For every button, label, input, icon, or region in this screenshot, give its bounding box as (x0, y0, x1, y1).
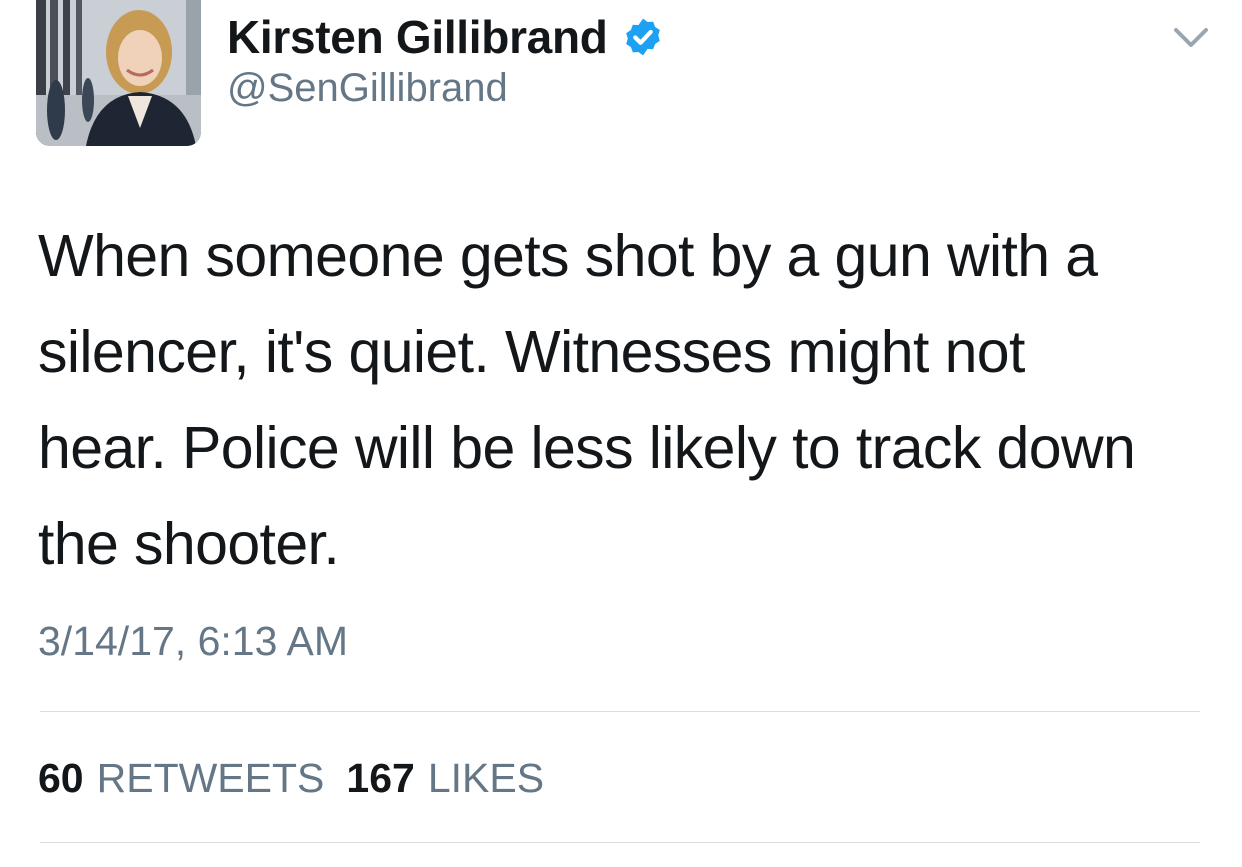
tweet-text: When someone gets shot by a gun with a s… (38, 223, 1136, 577)
tweet-stats: 60 RETWEETS 167 LIKES (38, 752, 566, 804)
likes-label: LIKES (427, 754, 545, 801)
retweets-count: 60 (38, 754, 84, 801)
verified-badge-icon (622, 16, 664, 58)
divider (40, 711, 1200, 712)
author-handle[interactable]: @SenGillibrand (227, 66, 508, 111)
avatar[interactable] (36, 0, 201, 146)
author-display-name[interactable]: Kirsten Gillibrand (227, 10, 608, 64)
retweets-label: RETWEETS (96, 754, 325, 801)
author-name-row: Kirsten Gillibrand (227, 8, 664, 66)
likes-count: 167 (346, 754, 415, 801)
retweets-stat[interactable]: 60 RETWEETS (38, 755, 324, 802)
tweet-timestamp[interactable]: 3/14/17, 6:13 AM (38, 618, 348, 665)
divider (40, 842, 1200, 843)
chevron-down-icon[interactable] (1172, 25, 1210, 51)
profile-photo-icon (36, 0, 201, 146)
likes-stat[interactable]: 167 LIKES (346, 755, 544, 802)
